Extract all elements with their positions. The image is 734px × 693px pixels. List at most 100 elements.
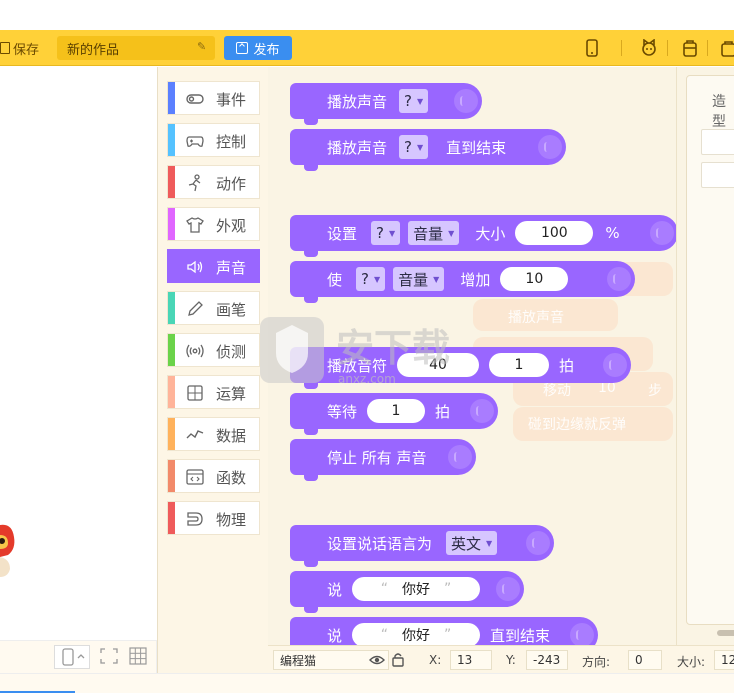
phone-icon[interactable]	[583, 39, 601, 57]
category-control[interactable]: 控制	[167, 123, 260, 157]
beats-input[interactable]: 1	[489, 353, 550, 377]
project-title-input[interactable]: 新的作品 ✎	[57, 36, 215, 60]
block-set-speech-language[interactable]: 设置说话语言为 英文 ▼	[290, 525, 554, 567]
category-looks[interactable]: 外观	[167, 207, 260, 241]
radar-icon	[186, 344, 204, 358]
block-say[interactable]: 说 “ 你好 ”	[290, 571, 524, 613]
panel-scrollbar[interactable]	[717, 630, 734, 636]
top-strip	[0, 0, 734, 30]
cat-icon[interactable]	[640, 39, 658, 57]
effect-amount-input[interactable]: 100	[515, 221, 594, 245]
toolbar: 保存 新的作品 ✎ 发布	[0, 30, 734, 66]
dropdown-value: 音量	[413, 224, 444, 243]
block-stop-all-sounds[interactable]: 停止 所有 声音	[290, 439, 476, 481]
costume-card	[686, 75, 734, 625]
y-input[interactable]: -243	[526, 650, 568, 670]
block-label: 设置	[327, 224, 358, 243]
effect-dropdown[interactable]: 音量 ▼	[393, 267, 445, 291]
category-label: 运算	[216, 385, 247, 403]
category-panel: 事件 控制 动作 外观 声音 画笔 侦测 运算 数据 函数 物理	[157, 67, 268, 673]
save-icon	[0, 42, 10, 54]
toggle-icon	[186, 94, 204, 104]
sound-dropdown[interactable]: ? ▼	[399, 89, 429, 113]
sprite-name: 编程猫	[280, 653, 317, 668]
block-play-note[interactable]: 播放音符 40 1 拍	[290, 347, 631, 389]
dropdown-value: 英文	[451, 534, 482, 553]
block-say-until-done[interactable]: 说 “ 你好 ” 直到结束	[290, 617, 598, 647]
y-label: Y:	[506, 653, 516, 667]
block-label: 说	[327, 580, 343, 599]
size-input[interactable]: 12	[714, 650, 734, 670]
category-function[interactable]: 函数	[167, 459, 260, 493]
dropdown-arrow-icon: ▼	[433, 274, 440, 284]
block-workspace[interactable]: 播放声音 移动 10 步 碰到边缘就反弹 播放声音 ? ▼ 播放声音 ? ▼ 直到结…	[268, 67, 676, 647]
running-icon	[188, 174, 201, 192]
category-color-bar	[168, 460, 175, 492]
sound-dropdown[interactable]: ? ▼	[371, 221, 401, 245]
backpack-icon[interactable]	[681, 39, 699, 57]
dropdown-arrow-icon: ▼	[416, 142, 424, 152]
category-label: 控制	[216, 133, 247, 151]
eye-icon[interactable]	[369, 653, 385, 667]
block-label: 播放声音	[327, 92, 388, 111]
language-dropdown[interactable]: 英文 ▼	[446, 531, 498, 555]
block-play-sound-until-done[interactable]: 播放声音 ? ▼ 直到结束	[290, 129, 566, 171]
faint-block-text: 移动	[543, 383, 571, 399]
costume-slot[interactable]	[701, 162, 734, 188]
block-wait[interactable]: 等待 1 拍	[290, 393, 498, 435]
costume-slot[interactable]	[701, 129, 734, 155]
effect-amount-input[interactable]: 10	[500, 267, 569, 291]
sprite-character[interactable]	[0, 517, 18, 587]
say-text-input[interactable]: “ 你好 ”	[352, 623, 481, 647]
grid-button[interactable]	[127, 645, 151, 669]
bag-icon[interactable]	[720, 39, 734, 57]
dropdown-arrow-icon: ▼	[448, 228, 455, 238]
note-input[interactable]: 40	[397, 353, 480, 377]
publish-button[interactable]: 发布	[224, 36, 292, 60]
category-pen[interactable]: 画笔	[167, 291, 260, 325]
device-switch-button[interactable]	[54, 645, 90, 669]
chart-icon	[186, 430, 204, 439]
x-value: 13	[457, 653, 473, 667]
shirt-icon	[186, 217, 204, 233]
block-set-sound-effect[interactable]: 设置 ? ▼ 音量 ▼ 大小 100 %	[290, 215, 676, 257]
block-label: 说	[327, 626, 343, 645]
x-input[interactable]: 13	[450, 650, 492, 670]
block-label: 增加	[460, 270, 491, 289]
dropdown-value: ?	[361, 270, 369, 288]
say-text: 你好	[402, 628, 431, 644]
direction-input[interactable]: 0	[628, 650, 662, 670]
stage-area[interactable]	[0, 67, 157, 640]
category-sound[interactable]: 声音	[167, 249, 260, 283]
sound-tail-icon	[538, 135, 562, 159]
block-label: %	[605, 224, 620, 242]
effect-dropdown[interactable]: 音量 ▼	[408, 221, 460, 245]
dropdown-value: 音量	[398, 270, 429, 289]
faint-block-text: 碰到边缘就反弹	[528, 417, 626, 433]
category-event[interactable]: 事件	[167, 81, 260, 115]
lock-icon[interactable]	[391, 652, 405, 667]
sound-dropdown[interactable]: ? ▼	[399, 135, 429, 159]
category-color-bar	[168, 334, 175, 366]
sprite-status-bar: 编程猫 X: 13 Y: -243 方向: 0 大小: 12	[268, 645, 734, 673]
say-text-input[interactable]: “ 你好 ”	[352, 577, 481, 601]
category-physics[interactable]: 物理	[167, 501, 260, 535]
block-label: 拍	[559, 356, 575, 375]
wait-amount-input[interactable]: 1	[367, 399, 426, 423]
sound-tail-icon	[454, 89, 478, 113]
block-change-sound-effect[interactable]: 使 ? ▼ 音量 ▼ 增加 10	[290, 261, 635, 303]
category-label: 外观	[216, 217, 247, 235]
save-button[interactable]: 保存	[0, 37, 39, 59]
category-operators[interactable]: 运算	[167, 375, 260, 409]
calculator-icon	[187, 385, 203, 401]
category-sensing[interactable]: 侦测	[167, 333, 260, 367]
block-label: 直到结束	[446, 138, 507, 157]
category-data[interactable]: 数据	[167, 417, 260, 451]
sound-dropdown[interactable]: ? ▼	[356, 267, 386, 291]
block-label: 设置说话语言为	[327, 534, 433, 553]
upload-icon	[236, 42, 249, 54]
block-play-sound[interactable]: 播放声音 ? ▼	[290, 83, 482, 125]
fullscreen-button[interactable]	[97, 645, 123, 669]
category-motion[interactable]: 动作	[167, 165, 260, 199]
direction-value: 0	[635, 653, 643, 667]
